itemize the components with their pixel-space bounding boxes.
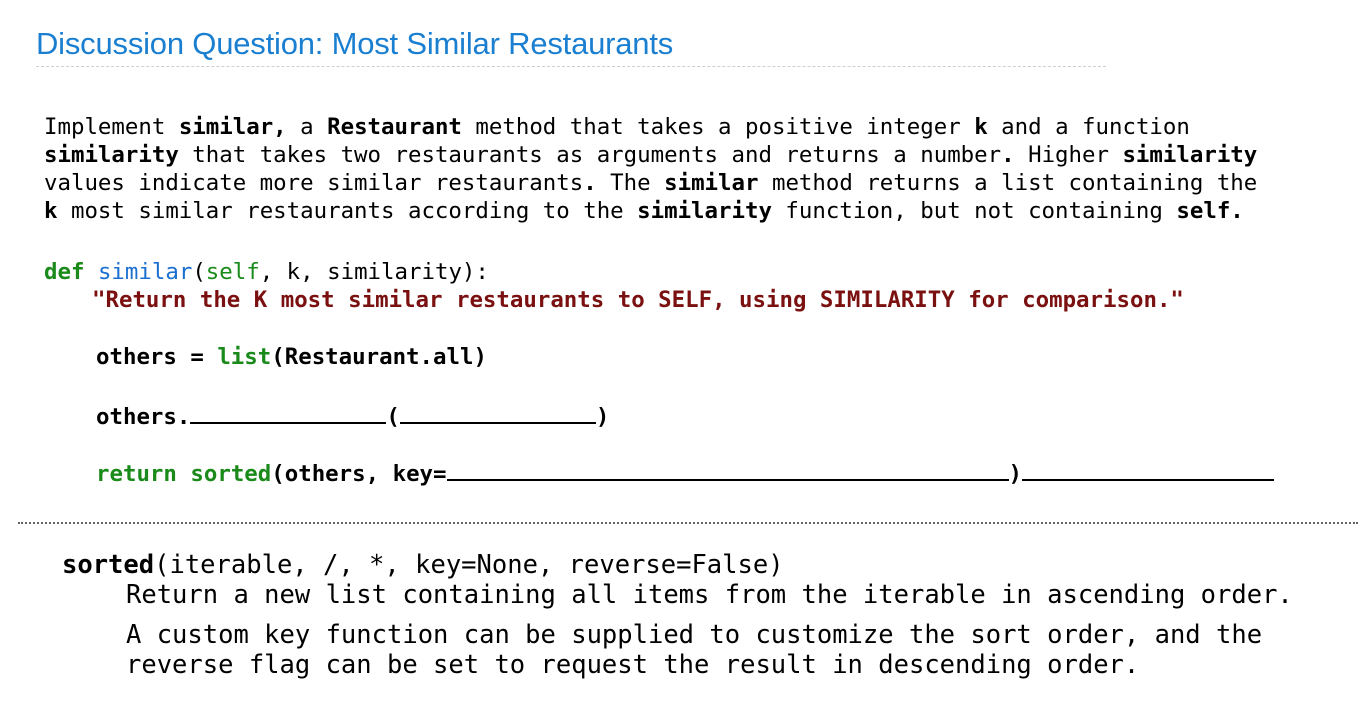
blank-method[interactable]: [190, 400, 387, 424]
builtin-sorted: sorted: [190, 461, 272, 487]
description-bold-text: .: [1001, 142, 1015, 168]
title-divider: [36, 66, 1106, 67]
description-bold-text: similar: [664, 170, 759, 196]
description-bold-text: k: [44, 198, 58, 224]
description-bold-text: .: [583, 170, 597, 196]
description-text: method that takes a positive integer: [461, 114, 975, 140]
docstring-line: "Return the K most similar restaurants t…: [92, 286, 1184, 314]
problem-description: Implement similar, a Restaurant method t…: [44, 113, 1344, 225]
help-function-name: sorted: [62, 550, 155, 580]
blank-argument[interactable]: [399, 400, 596, 424]
help-signature-params: (iterable, /, *, key=None, reverse=False…: [154, 550, 784, 580]
builtin-list: list: [217, 344, 272, 370]
description-line: values indicate more similar restaurants…: [44, 169, 1344, 197]
paren-close: ): [595, 404, 610, 430]
restaurant-all: (Restaurant.all): [271, 344, 487, 370]
others-assign: others =: [96, 344, 218, 370]
others-dot: others.: [96, 404, 191, 430]
docstring: "Return the K most similar restaurants t…: [92, 287, 1184, 313]
params-open: (: [192, 259, 206, 285]
description-bold-text: similar,: [178, 114, 287, 140]
self-param: self: [205, 259, 260, 285]
description-bold-text: similarity: [637, 198, 772, 224]
paren-open: (: [386, 404, 400, 430]
close-paren: ): [1008, 461, 1022, 487]
section-divider: [18, 522, 1358, 524]
description-bold-text: similarity: [1122, 142, 1258, 168]
description-line: similarity that takes two restaurants as…: [44, 141, 1344, 169]
description-text: a: [286, 114, 328, 140]
function-name: similar: [97, 259, 193, 285]
sorted-args: (others, key=: [271, 461, 447, 487]
blank-key[interactable]: [446, 457, 1009, 481]
blank-suffix[interactable]: [1022, 457, 1274, 481]
keyword-def: def: [44, 259, 85, 285]
description-text: most similar restaurants according to th…: [57, 198, 638, 224]
help-signature: sorted(iterable, /, *, key=None, reverse…: [62, 550, 784, 580]
page-title: Discussion Question: Most Similar Restau…: [36, 26, 674, 61]
help-line-2: A custom key function can be supplied to…: [126, 620, 1263, 650]
code-def-line: def similar(self, k, similarity):: [44, 258, 489, 286]
code-blank-method-line: others. (): [96, 400, 609, 431]
description-line: k most similar restaurants according to …: [44, 197, 1344, 225]
description-text: and a function: [987, 114, 1190, 140]
description-bold-text: similarity: [44, 142, 179, 168]
description-text: that takes two restaurants as arguments …: [178, 142, 1002, 168]
description-text: function, but not containing: [771, 198, 1177, 224]
help-line-1: Return a new list containing all items f…: [126, 580, 1293, 610]
description-text: values indicate more similar restaurants: [44, 170, 584, 196]
description-bold-text: k: [974, 114, 988, 140]
description-line: Implement similar, a Restaurant method t…: [44, 113, 1344, 141]
description-text: Higher: [1014, 142, 1123, 168]
description-text: method returns a list containing the: [758, 170, 1258, 196]
description-text: Implement: [44, 114, 179, 140]
params-rest: , k, similarity):: [259, 259, 489, 285]
description-text: The: [596, 170, 665, 196]
code-others-line: others = list(Restaurant.all): [96, 343, 487, 371]
help-line-3: reverse flag can be set to request the r…: [126, 650, 1140, 680]
keyword-return: return: [96, 461, 177, 487]
description-bold-text: self.: [1176, 198, 1244, 224]
description-bold-text: Restaurant: [327, 114, 462, 140]
code-return-line: return sorted(others, key=): [96, 457, 1274, 488]
